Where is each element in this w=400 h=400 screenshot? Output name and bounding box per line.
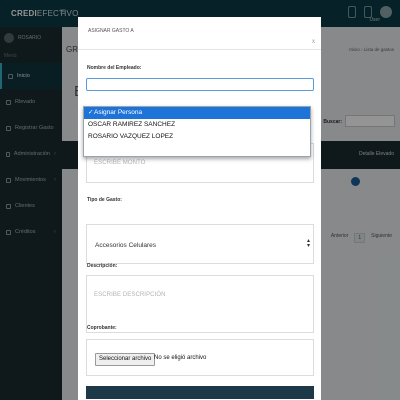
- modal-title: ASIGNAR GASTO A: [88, 28, 134, 34]
- monto-placeholder: ESCRIBE MONTO: [94, 160, 146, 166]
- tipo-gasto-select[interactable]: Accesorios Celulares ▴ ▾: [86, 224, 314, 264]
- modal-header: ASIGNAR GASTO A x: [78, 17, 321, 50]
- select-arrows-icon: ▴ ▾: [306, 238, 310, 249]
- file-status: No se eligió archivo: [154, 355, 207, 361]
- empleado-dropdown-list: ✓Asignar Persona OSCAR RAMIREZ SANCHEZ R…: [83, 106, 311, 157]
- descripcion-textarea[interactable]: ESCRIBE DESCRIPCIÓN: [86, 275, 314, 333]
- descripcion-label: Descripción:: [87, 263, 118, 269]
- tipo-gasto-value: Accesorios Celulares: [95, 242, 157, 249]
- dropdown-option-oscar[interactable]: OSCAR RAMIREZ SANCHEZ: [84, 119, 310, 131]
- submit-button[interactable]: [86, 386, 314, 399]
- empleado-label: Nombre del Empleado:: [87, 65, 142, 71]
- comprobante-file-field: Seleccionar archivo No se eligió archivo: [86, 339, 314, 376]
- option-label: Asignar Persona: [94, 109, 143, 116]
- tipo-gasto-label: Tipo de Gasto:: [87, 197, 122, 203]
- dropdown-option-rosario[interactable]: ROSARIO VAZQUEZ LOPEZ: [84, 131, 310, 143]
- close-icon[interactable]: x: [312, 39, 315, 45]
- descripcion-placeholder: ESCRIBE DESCRIPCIÓN: [94, 292, 166, 298]
- empleado-select[interactable]: [86, 78, 314, 91]
- comprobante-label: Coprobante:: [87, 325, 117, 331]
- assign-expense-modal: ASIGNAR GASTO A x Nombre del Empleado: ✓…: [78, 17, 321, 400]
- dropdown-option-asignar-persona[interactable]: ✓Asignar Persona: [84, 107, 310, 119]
- choose-file-button[interactable]: Seleccionar archivo: [95, 353, 156, 366]
